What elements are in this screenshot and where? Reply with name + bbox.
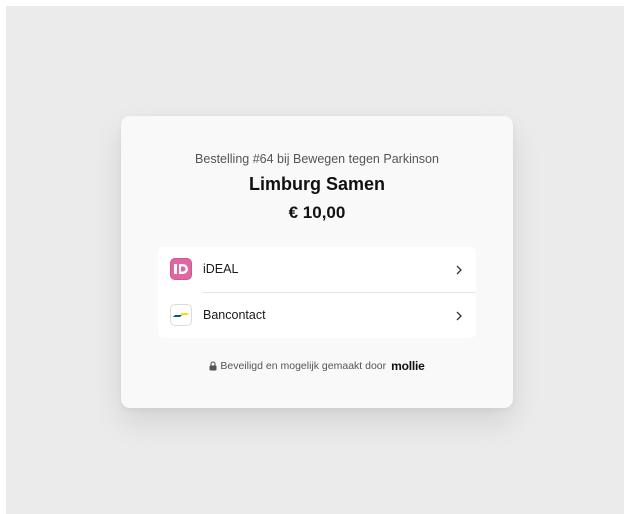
order-description: Bestelling #64 bij Bewegen tegen Parkins… [195,152,439,166]
payment-method-bancontact[interactable]: Bancontact [158,293,476,338]
chevron-right-icon [454,309,464,321]
chevron-right-icon [454,263,464,275]
lock-icon [209,361,217,371]
payment-method-label: iDEAL [203,262,239,276]
payment-amount: € 10,00 [288,203,346,222]
ideal-logo-icon [170,258,192,280]
payment-method-list: iDEAL Bancontact [158,247,476,338]
payment-card: Bestelling #64 bij Bewegen tegen Parkins… [121,116,513,408]
secure-footer: Beveiligd en mogelijk gemaakt door molli… [121,359,513,373]
payment-method-ideal[interactable]: iDEAL [158,247,476,292]
bancontact-logo-icon [170,304,192,326]
merchant-name: Limburg Samen [248,174,386,194]
mollie-brand[interactable]: mollie [391,359,425,373]
payment-method-label: Bancontact [203,308,266,322]
page-background: Bestelling #64 bij Bewegen tegen Parkins… [6,6,624,514]
secure-footer-text: Beveiligd en mogelijk gemaakt door [220,360,387,372]
